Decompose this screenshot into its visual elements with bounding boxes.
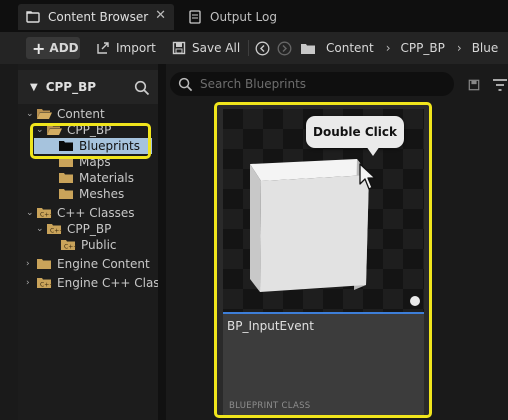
- svg-text:C++: C++: [40, 212, 52, 219]
- callout-text: Double Click: [313, 125, 397, 139]
- back-button[interactable]: [255, 37, 276, 59]
- tree-item-label: Materials: [79, 171, 135, 185]
- breadcrumb-folder[interactable]: [300, 37, 322, 59]
- breadcrumb-item[interactable]: Content: [326, 41, 374, 55]
- folder-icon: [37, 259, 51, 269]
- chevron-down-icon: ⌄: [26, 109, 34, 119]
- import-icon: [97, 42, 109, 54]
- tree-item-cpp-classes[interactable]: ⌄ C++ C++ Classes: [26, 205, 135, 221]
- forward-button[interactable]: [277, 37, 298, 59]
- tab-label: Content Browser: [48, 10, 149, 24]
- tree-item-materials[interactable]: Materials: [58, 170, 134, 186]
- cpp-folder-icon: C++: [37, 278, 52, 289]
- sources-header[interactable]: ▼ CPP_BP: [18, 70, 158, 104]
- add-label: ADD: [49, 41, 79, 55]
- tree-item-engine-content[interactable]: › Engine Content: [26, 256, 150, 272]
- filter-icon[interactable]: [492, 78, 508, 92]
- asset-tile[interactable]: BP_InputEvent BLUEPRINT CLASS: [214, 102, 432, 418]
- chevron-right-icon: ›: [26, 259, 30, 269]
- asset-name: BP_InputEvent: [227, 319, 314, 333]
- tree-item-label: CPP_BP: [67, 222, 112, 236]
- highlight-box: [30, 123, 151, 159]
- save-icon: [172, 41, 186, 55]
- back-arrow-icon: [255, 41, 270, 55]
- folder-icon: [301, 43, 315, 54]
- chevron-right-icon: ›: [26, 278, 30, 288]
- add-button[interactable]: + ADD: [26, 37, 80, 59]
- folder-open-icon: [37, 109, 52, 119]
- folder-icon: [59, 189, 73, 199]
- close-icon[interactable]: ✕: [155, 8, 166, 23]
- svg-text:C++: C++: [64, 244, 76, 251]
- asset-type: BLUEPRINT CLASS: [229, 401, 311, 411]
- save-all-button[interactable]: Save All: [172, 37, 240, 59]
- output-log-icon: [189, 10, 201, 24]
- double-click-callout: Double Click: [306, 116, 404, 148]
- cpp-folder-icon: C++: [37, 208, 52, 219]
- callout-tail: [366, 146, 380, 156]
- sources-title: CPP_BP: [45, 80, 97, 94]
- tab-bar: Content Browser ✕ Output Log: [0, 0, 508, 32]
- search-icon[interactable]: [134, 80, 150, 96]
- save-search-icon[interactable]: [468, 79, 480, 91]
- breadcrumb-item[interactable]: CPP_BP: [401, 41, 445, 55]
- tree-item-engine-cpp-classes[interactable]: › C++ Engine C++ Class: [26, 275, 166, 291]
- folder-icon: [59, 173, 73, 183]
- tree-item-content[interactable]: ⌄ Content: [26, 106, 105, 122]
- tree-item-label: Content: [57, 107, 105, 121]
- chevron-right-icon: ›: [456, 41, 462, 55]
- svg-text:C++: C++: [50, 228, 62, 235]
- tree-item-label: Meshes: [79, 187, 125, 201]
- breadcrumb: Content › CPP_BP › Blue: [326, 37, 498, 59]
- tree-item-cpp-bp-classes[interactable]: ⌄ C++ CPP_BP: [36, 221, 111, 237]
- svg-text:C++: C++: [40, 282, 52, 289]
- forward-arrow-icon: [277, 41, 292, 55]
- plus-icon: +: [32, 38, 46, 58]
- asset-info: BP_InputEvent BLUEPRINT CLASS: [223, 314, 424, 415]
- toolbar-divider: [248, 40, 249, 56]
- tree-item-meshes[interactable]: Meshes: [58, 186, 124, 202]
- toolbar: + ADD Import Save All Content › CPP_BP ›…: [0, 32, 508, 64]
- search-placeholder: Search Blueprints: [200, 77, 307, 91]
- tree-item-label: Public: [81, 238, 117, 252]
- search-icon: [178, 77, 193, 91]
- folder-icon: [26, 11, 40, 23]
- cpp-folder-icon: C++: [47, 224, 62, 235]
- import-label: Import: [116, 41, 156, 55]
- chevron-down-icon: ▼: [30, 81, 38, 93]
- chevron-down-icon: ⌄: [26, 208, 34, 218]
- chevron-right-icon: ›: [385, 41, 391, 55]
- panel-splitter[interactable]: [158, 64, 166, 420]
- tree-item-label: Engine Content: [57, 257, 150, 271]
- sources-panel: ▼ CPP_BP ⌄ Content ⌄ CPP_BP Blueprints M…: [18, 64, 166, 420]
- tree-item-label: C++ Classes: [57, 206, 135, 220]
- tab-output-log[interactable]: Output Log: [182, 4, 277, 30]
- save-all-label: Save All: [192, 41, 241, 55]
- chevron-down-icon: ⌄: [36, 224, 44, 234]
- breadcrumb-item[interactable]: Blue: [472, 41, 499, 55]
- search-input[interactable]: Search Blueprints: [170, 72, 454, 96]
- tab-label: Output Log: [210, 10, 277, 24]
- cpp-folder-icon: C++: [61, 240, 76, 251]
- tree-item-public[interactable]: C++ Public: [60, 237, 117, 253]
- mouse-cursor-icon: [359, 163, 376, 190]
- tree-item-label: Engine C++ Class: [57, 276, 166, 290]
- tab-content-browser[interactable]: Content Browser ✕: [18, 4, 174, 30]
- import-button[interactable]: Import: [96, 37, 156, 59]
- asset-status-icon: [410, 296, 420, 306]
